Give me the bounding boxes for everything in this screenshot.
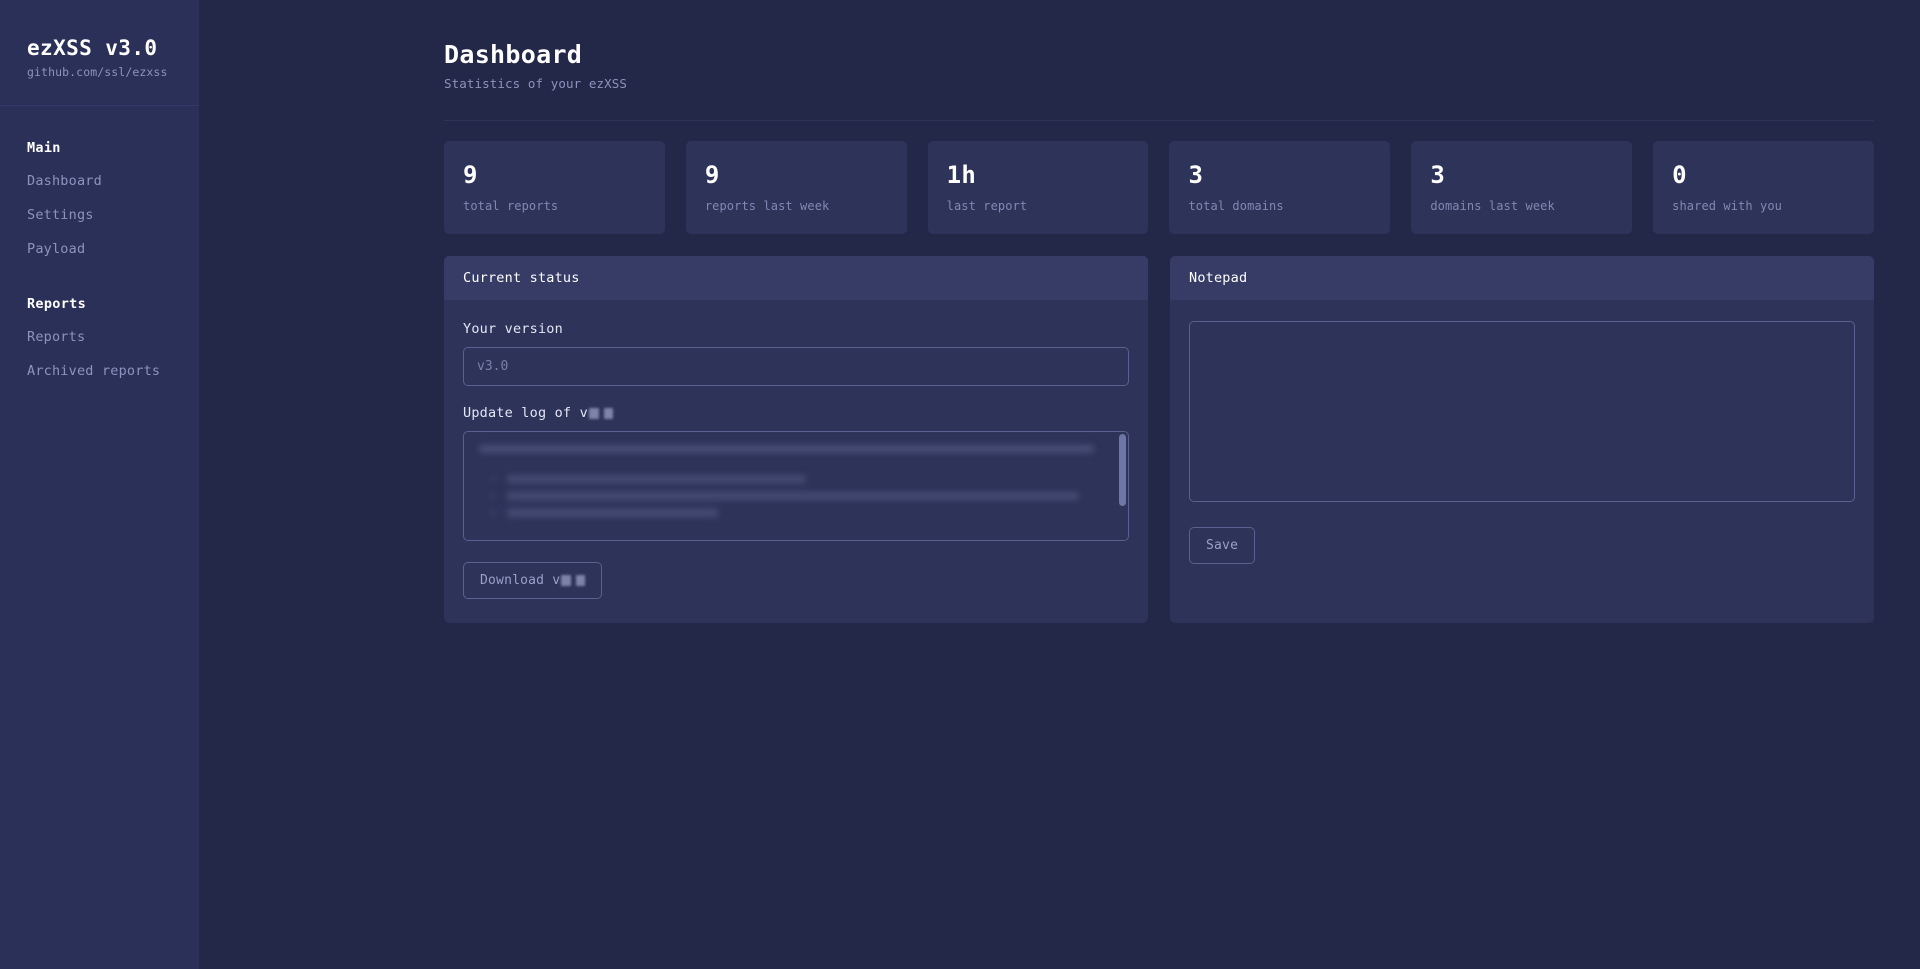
brand-title: ezXSS v3.0 [27, 36, 158, 60]
redacted-version-block-icon [603, 407, 613, 419]
brand-subtitle: github.com/ssl/ezxss [27, 65, 168, 80]
main-content: Dashboard Statistics of your ezXSS 9 tot… [199, 0, 1920, 969]
current-status-panel-body: Your version Update log of v [444, 300, 1148, 623]
stat-value: 1h [946, 161, 977, 189]
current-status-panel-title: Current status [444, 256, 1148, 301]
stat-card-total-domains: 3 total domains [1169, 141, 1391, 235]
redacted-version-block-icon [588, 407, 599, 419]
sidebar-item-payload[interactable]: Payload [0, 232, 199, 266]
your-version-label: Your version [463, 321, 563, 338]
sidebar-item-archived-reports[interactable]: Archived reports [0, 354, 199, 388]
save-button[interactable]: Save [1189, 527, 1256, 565]
nav-group-main-title: Main [27, 140, 61, 157]
stat-card-reports-last-week: 9 reports last week [685, 141, 907, 235]
stat-value: 0 [1672, 161, 1687, 189]
update-log-box[interactable] [463, 431, 1129, 542]
log-text-line [507, 509, 719, 518]
sidebar-item-reports[interactable]: Reports [0, 320, 199, 354]
content-divider [444, 120, 1874, 121]
brand: ezXSS v3.0 github.com/ssl/ezxss [0, 0, 199, 107]
bullet-icon [491, 494, 495, 499]
log-list-item [491, 475, 1113, 484]
notepad-panel-title: Notepad [1170, 256, 1874, 301]
stat-value: 9 [463, 161, 478, 189]
page-subtitle: Statistics of your ezXSS [444, 76, 628, 91]
page-header: Dashboard Statistics of your ezXSS [199, 0, 1920, 91]
log-list-item [491, 492, 1113, 501]
page-title: Dashboard [444, 40, 583, 69]
stat-value: 3 [1188, 161, 1204, 189]
update-log-label: Update log of v [463, 405, 1129, 421]
notepad-panel-body: Save [1170, 300, 1874, 588]
update-log-label-text: Update log of v [463, 405, 588, 422]
stat-label: total domains [1188, 199, 1284, 214]
scrollbar-thumb[interactable] [1119, 434, 1126, 507]
sidebar-item-settings[interactable]: Settings [0, 198, 199, 232]
sidebar-item-dashboard[interactable]: Dashboard [0, 164, 199, 198]
download-button[interactable]: Download v [463, 562, 603, 600]
notepad-panel: Notepad Save [1170, 256, 1874, 624]
sidebar-nav: Main Dashboard Settings Payload Reports … [0, 106, 199, 388]
current-status-panel: Current status Your version Update log o… [444, 256, 1148, 624]
sidebar: ezXSS v3.0 github.com/ssl/ezxss Main Das… [0, 0, 199, 969]
log-text-line [507, 475, 806, 484]
stat-label: last report [946, 199, 1028, 214]
stat-label: total reports [463, 199, 559, 214]
stat-label: domains last week [1430, 199, 1555, 214]
version-input[interactable] [463, 347, 1129, 387]
nav-group-reports-title: Reports [27, 296, 86, 313]
content-area: 9 total reports 9 reports last week 1h l… [199, 120, 1920, 624]
update-log-scrollbar[interactable] [1119, 434, 1126, 540]
log-text-line [479, 445, 1094, 454]
stat-value: 3 [1430, 161, 1446, 189]
stats-cards: 9 total reports 9 reports last week 1h l… [444, 141, 1874, 235]
update-log-content [464, 432, 1128, 539]
stat-card-domains-last-week: 3 domains last week [1411, 141, 1633, 235]
stat-card-total-reports: 9 total reports [444, 141, 665, 235]
download-button-label: Download v [480, 573, 561, 589]
nav-group-spacer [0, 266, 199, 288]
log-text-line [507, 492, 1080, 501]
stat-card-last-report: 1h last report [927, 141, 1149, 235]
stat-label: shared with you [1672, 199, 1783, 214]
bullet-icon [491, 477, 495, 482]
bullet-icon [491, 511, 495, 516]
stat-card-shared-with-you: 0 shared with you [1653, 141, 1874, 235]
log-list-item [491, 509, 1113, 518]
stat-label: reports last week [704, 199, 830, 214]
stat-value: 9 [704, 161, 720, 189]
panels-row: Current status Your version Update log o… [444, 256, 1874, 624]
notepad-textarea[interactable] [1189, 321, 1855, 503]
redacted-version-block-icon [561, 575, 572, 587]
redacted-version-block-icon [576, 575, 586, 587]
